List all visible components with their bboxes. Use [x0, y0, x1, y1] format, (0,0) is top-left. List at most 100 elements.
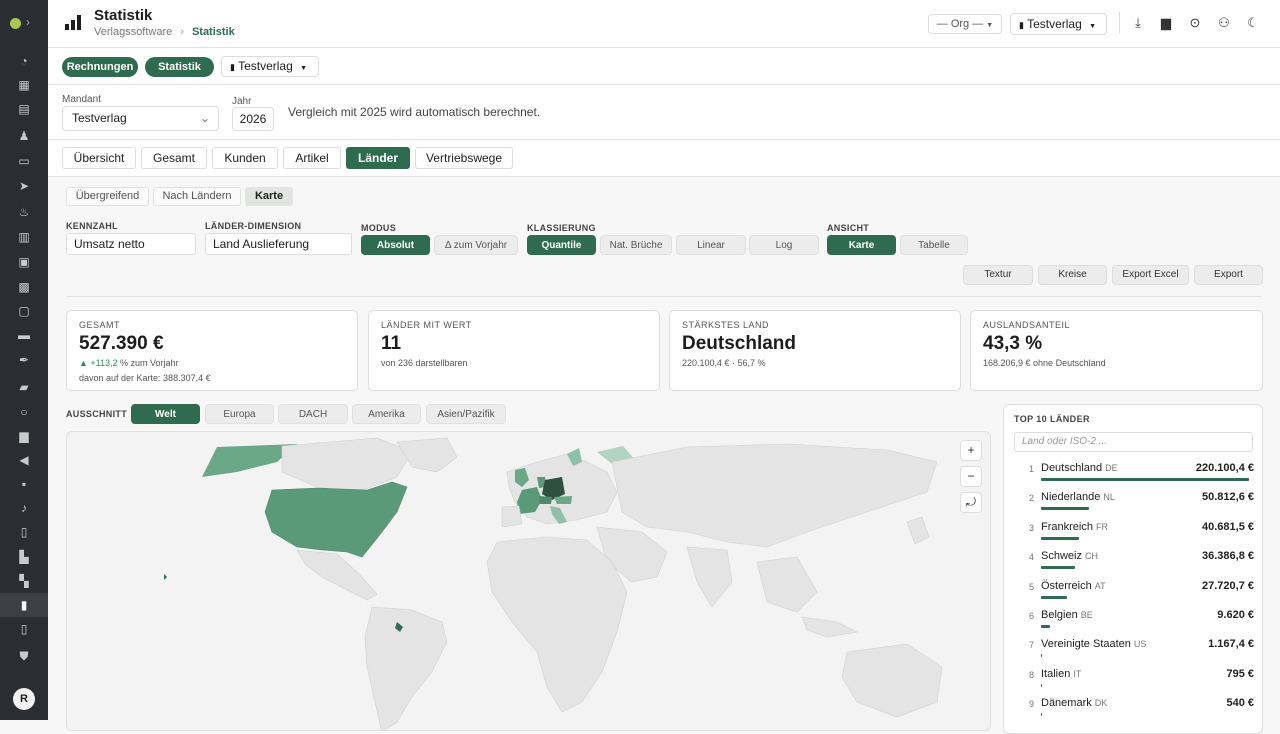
zoom-in-button[interactable]: + [960, 440, 982, 461]
tab-vertriebswege[interactable]: Vertriebswege [415, 147, 513, 169]
megaphone-icon[interactable]: ◀ [17, 453, 31, 467]
broadcast-icon[interactable]: ⊙ [1187, 15, 1203, 31]
klass-linear[interactable]: Linear [676, 235, 746, 255]
top10-row[interactable]: 3 Frankreich FR 40.681,5 € [1014, 517, 1254, 546]
region-europa[interactable]: Europa [205, 404, 274, 424]
top10-row[interactable]: 5 Österreich AT 27.720,7 € [1014, 576, 1254, 605]
row-value: 27.720,7 € [1202, 579, 1254, 592]
music-icon[interactable]: ♪ [17, 501, 31, 515]
statistik-button[interactable]: Statistik [145, 57, 214, 77]
tab-laender[interactable]: Länder [346, 147, 410, 169]
team-icon[interactable]: ⚇ [1216, 15, 1232, 31]
modus-delta[interactable]: Δ zum Vorjahr [434, 235, 518, 255]
top10-row[interactable]: 8 Italien IT 795 € [1014, 664, 1254, 693]
library-icon[interactable]: ▥ [17, 230, 31, 244]
dashboard-icon[interactable]: ◔ [17, 54, 31, 68]
rechnungen-button[interactable]: Rechnungen [62, 57, 138, 77]
receipt-icon[interactable]: ▯ [17, 622, 31, 636]
zoom-out-button[interactable]: − [960, 466, 982, 487]
scroll-icon[interactable]: ▬ [17, 328, 31, 342]
top10-row[interactable]: 1 Deutschland DE 220.100,4 € [1014, 458, 1254, 487]
download-icon[interactable]: ⤓ [1130, 15, 1146, 31]
textur-button[interactable]: Textur [963, 265, 1033, 285]
mandant-select[interactable]: Testverlag ⌄ [62, 106, 219, 131]
shield-icon[interactable]: ⛊ [17, 649, 31, 663]
subtab-nach-laendern[interactable]: Nach Ländern [153, 187, 241, 206]
tab-gesamt[interactable]: Gesamt [141, 147, 207, 169]
circle-icon[interactable]: ○ [17, 405, 31, 419]
box-icon[interactable]: ▩ [17, 280, 31, 294]
region-southeast-asia[interactable] [756, 556, 818, 613]
klass-log[interactable]: Log [749, 235, 819, 255]
jahr-input[interactable]: 2026 [232, 107, 274, 131]
chevron-down-icon: ⌄ [199, 111, 210, 125]
country-iberia[interactable] [501, 505, 523, 528]
card-icon[interactable]: ▰ [17, 380, 31, 394]
country-south-america[interactable] [364, 606, 448, 731]
bulb-icon[interactable]: ♨ [17, 205, 31, 219]
kreise-button[interactable]: Kreise [1038, 265, 1107, 285]
calendar-icon[interactable]: ▦ [17, 78, 31, 92]
moon-icon[interactable]: ☾ [1245, 15, 1261, 31]
subtab-uebergreifend[interactable]: Übergreifend [66, 187, 149, 206]
country-india[interactable] [686, 546, 733, 608]
top10-row[interactable]: 7 Vereinigte Staaten US 1.167,4 € [1014, 634, 1254, 663]
export-button[interactable]: Export [1194, 265, 1263, 285]
org-select[interactable]: — Org — ▼ [928, 14, 1002, 34]
pen-icon[interactable]: ✒ [17, 353, 31, 367]
publisher-dropdown[interactable]: ▮ Testverlag ▼ [221, 56, 319, 77]
breadcrumb-root[interactable]: Verlagssoftware [94, 26, 172, 38]
country-usa[interactable] [264, 481, 408, 558]
ansicht-tabelle[interactable]: Tabelle [900, 235, 968, 255]
truck-icon[interactable]: ▚ [17, 574, 31, 588]
top10-row[interactable]: 9 Dänemark DK 540 € [1014, 693, 1254, 722]
chat-icon[interactable]: ▆ [1158, 15, 1174, 31]
camera-icon[interactable]: ▪ [17, 477, 31, 491]
country-austria[interactable] [554, 496, 572, 504]
grid-icon[interactable]: ▤ [17, 102, 31, 116]
klass-quantile[interactable]: Quantile [527, 235, 596, 255]
region-amerika[interactable]: Amerika [352, 404, 421, 424]
publisher-select[interactable]: ▮ Testverlag ▼ [1010, 13, 1107, 35]
country-search-input[interactable]: Land oder ISO-2 ... [1014, 432, 1253, 452]
reset-view-button[interactable]: ⤾ [960, 492, 982, 513]
country-mexico[interactable] [296, 549, 378, 601]
region-asien-pazifik[interactable]: Asien/Pazifik [426, 404, 506, 424]
world-map[interactable]: + − ⤾ [66, 431, 991, 731]
ansicht-karte[interactable]: Karte [827, 235, 896, 255]
country-indonesia[interactable] [801, 616, 858, 638]
users-icon[interactable]: ♟ [17, 129, 31, 143]
region-asia[interactable] [611, 443, 938, 548]
country-japan[interactable] [906, 516, 930, 545]
country-pacific-island[interactable] [164, 574, 167, 580]
avatar[interactable]: R [13, 688, 35, 710]
tab-uebersicht[interactable]: Übersicht [62, 147, 136, 169]
dimension-select[interactable]: Land Auslieferung [205, 233, 352, 255]
app-switcher[interactable]: › [8, 14, 40, 34]
modus-absolut[interactable]: Absolut [361, 235, 430, 255]
export-excel-button[interactable]: Export Excel [1112, 265, 1189, 285]
subtab-karte[interactable]: Karte [245, 187, 293, 206]
tab-kunden[interactable]: Kunden [212, 147, 278, 169]
region-welt[interactable]: Welt [131, 404, 200, 424]
inbox-icon[interactable]: ▭ [17, 154, 31, 168]
send-icon[interactable]: ➤ [17, 179, 31, 193]
top10-row[interactable]: 4 Schweiz CH 36.386,8 € [1014, 546, 1254, 575]
statistics-icon[interactable]: ▮ [17, 598, 31, 612]
top10-row[interactable]: 2 Niederlande NL 50.812,6 € [1014, 487, 1254, 516]
row-share-bar [1041, 683, 1042, 687]
file-icon[interactable]: ▯ [17, 525, 31, 539]
region-africa[interactable] [486, 536, 628, 713]
klass-nat-brueche[interactable]: Nat. Brüche [600, 235, 672, 255]
region-dach[interactable]: DACH [278, 404, 348, 424]
country-australia[interactable] [841, 643, 943, 718]
kennzahl-select[interactable]: Umsatz netto [66, 233, 196, 255]
store-icon[interactable]: ▙ [17, 550, 31, 564]
country-switzerland[interactable] [539, 496, 552, 504]
image-icon[interactable]: ▣ [17, 255, 31, 269]
briefcase-icon[interactable]: ▆ [17, 429, 31, 443]
tab-artikel[interactable]: Artikel [283, 147, 341, 169]
country-greenland[interactable] [396, 437, 458, 473]
top10-row[interactable]: 6 Belgien BE 9.620 € [1014, 605, 1254, 634]
newspaper-icon[interactable]: ▢ [17, 304, 31, 318]
